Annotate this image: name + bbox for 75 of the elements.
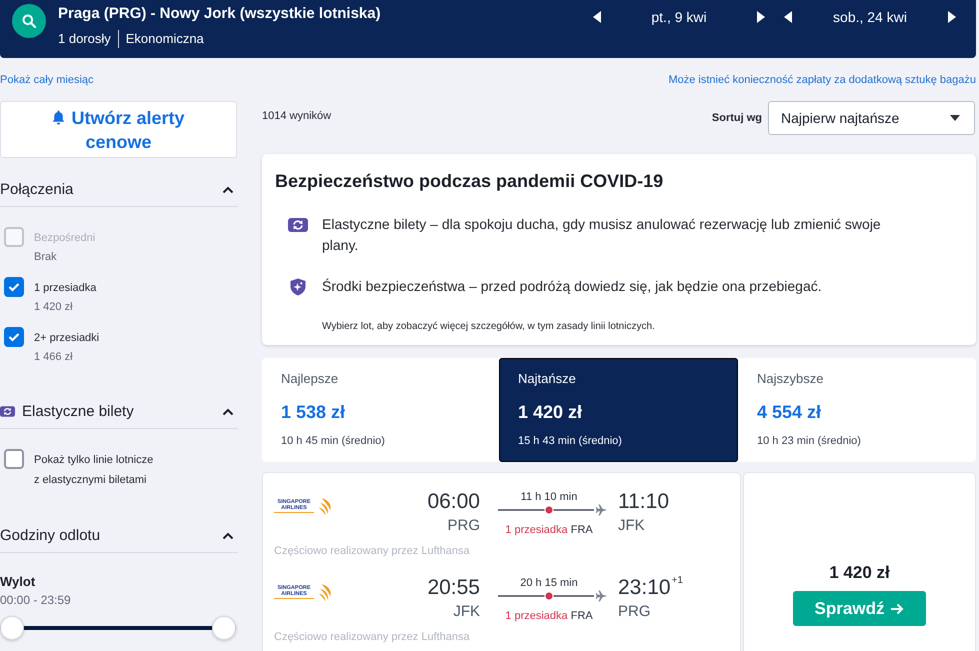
flight-duration: 20 h 15 min — [520, 576, 578, 590]
slider-handle[interactable] — [0, 616, 24, 640]
filter-option-price: 1 420 zł — [34, 300, 73, 315]
chevron-up-icon[interactable] — [222, 532, 234, 540]
search-button[interactable] — [12, 4, 46, 38]
filter-option-label: 1 przesiadka — [34, 281, 96, 296]
stop-dot-icon — [546, 592, 552, 600]
checkbox[interactable] — [4, 449, 24, 469]
arrival-airport: JFK — [618, 517, 645, 535]
caret-right-icon[interactable] — [948, 11, 956, 23]
plane-icon — [596, 504, 607, 516]
show-month-link[interactable]: Pokaż cały miesiąc — [0, 72, 94, 88]
cabin-class: Ekonomiczna — [126, 30, 204, 48]
checkmark-icon — [8, 282, 20, 292]
departure-airport: PRG — [447, 517, 480, 535]
filter-section-title: Godziny odlotu — [0, 526, 100, 546]
stop-dot-icon — [546, 506, 552, 514]
bird-logo-icon — [318, 582, 333, 602]
passenger-count: 1 dorosły — [58, 30, 111, 48]
filter-section-title: Połączenia — [0, 180, 74, 200]
filter-option-label: Pokaż tylko linie lotnicze z elastycznymi biletami — [34, 453, 154, 488]
chevron-up-icon[interactable] — [222, 408, 234, 416]
sort-tab[interactable]: Najtańsze 1 420 zł 15 h 43 min (średnio) — [499, 358, 738, 462]
caret-left-icon[interactable] — [593, 11, 601, 23]
arrow-right-icon — [890, 602, 904, 614]
day-offset: +1 — [672, 575, 683, 587]
flight-duration: 11 h 10 min — [520, 490, 578, 504]
filter-option-label: 2+ przesiadki — [34, 331, 100, 346]
sort-tab[interactable]: Najszybsze 4 554 zł 10 h 23 min (średnio) — [738, 358, 976, 462]
results-count: 1014 wyników — [262, 109, 332, 124]
filter-option-price: Brak — [34, 250, 57, 265]
checkmark-icon — [8, 332, 20, 342]
checkbox[interactable] — [4, 277, 24, 297]
date-label[interactable]: pt., 9 kwi — [604, 8, 754, 26]
chevron-up-icon[interactable] — [222, 186, 234, 194]
slider-handle[interactable] — [212, 616, 236, 640]
sort-select[interactable]: Najpierw najtańsze — [768, 101, 975, 135]
date-label[interactable]: sob., 24 kwi — [795, 8, 945, 26]
notice-title: Bezpieczeństwo podczas pandemii COVID-19 — [275, 170, 664, 193]
swap-arrows-icon — [288, 218, 308, 232]
filter-section-title: Elastyczne bilety — [22, 402, 134, 422]
stopover-info: 1 przesiadka FRA — [505, 523, 593, 538]
operator-note: Częściowo realizowany przez Lufthansa — [274, 544, 471, 558]
bird-logo-icon — [318, 496, 333, 516]
price-alert-button[interactable]: Utwórz alerty cenowe — [0, 101, 237, 158]
plane-icon — [596, 590, 607, 602]
baggage-fee-link[interactable]: Może istnieć konieczność zapłaty za dodatkową sztukę bagażu — [668, 72, 976, 88]
arrival-time: 11:10 — [618, 489, 669, 515]
stopover-info: 1 przesiadka FRA — [505, 609, 593, 624]
sort-tab[interactable]: Najlepsze 1 538 zł 10 h 45 min (średnio) — [262, 358, 499, 462]
itinerary-card[interactable] — [262, 472, 741, 651]
departure-airport: JFK — [453, 603, 480, 621]
filter-option-label: Bezpośredni — [34, 231, 96, 246]
swap-arrows-icon — [0, 406, 15, 417]
sort-label: Sortuj wg — [712, 111, 762, 126]
shield-sparkle-icon — [290, 278, 306, 296]
notice-text: Elastyczne bilety – dla spokoju ducha, gdy musisz anulować rezerwację lub zmienić swoje plany. — [322, 215, 882, 255]
arrival-time: 23:10 — [618, 575, 671, 601]
departure-time: 20:55 — [427, 575, 480, 601]
search-icon — [22, 14, 36, 28]
arrival-airport: PRG — [618, 603, 651, 621]
checkbox[interactable] — [4, 327, 24, 347]
departure-time: 06:00 — [427, 489, 480, 515]
caret-left-icon[interactable] — [784, 11, 792, 23]
ticket-price: 1 420 zł — [829, 562, 890, 584]
notice-text: Środki bezpieczeństwa – przed podróżą dowiedz się, jak będzie ona przebiegać. — [322, 277, 822, 296]
caret-down-icon — [950, 115, 960, 121]
route-title[interactable]: Praga (PRG) - Nowy Jork (wszystkie lotniska) — [58, 4, 381, 24]
slider-label: Wylot — [0, 573, 36, 591]
caret-right-icon[interactable] — [757, 11, 765, 23]
time-range-text: 00:00 - 23:59 — [0, 592, 72, 609]
operator-note: Częściowo realizowany przez Lufthansa — [274, 630, 471, 644]
bell-icon — [52, 110, 66, 124]
notice-footnote: Wybierz lot, aby zobaczyć więcej szczegółów, w tym zasady linii lotniczych. — [321, 320, 656, 334]
filter-option-price: 1 466 zł — [34, 350, 73, 365]
